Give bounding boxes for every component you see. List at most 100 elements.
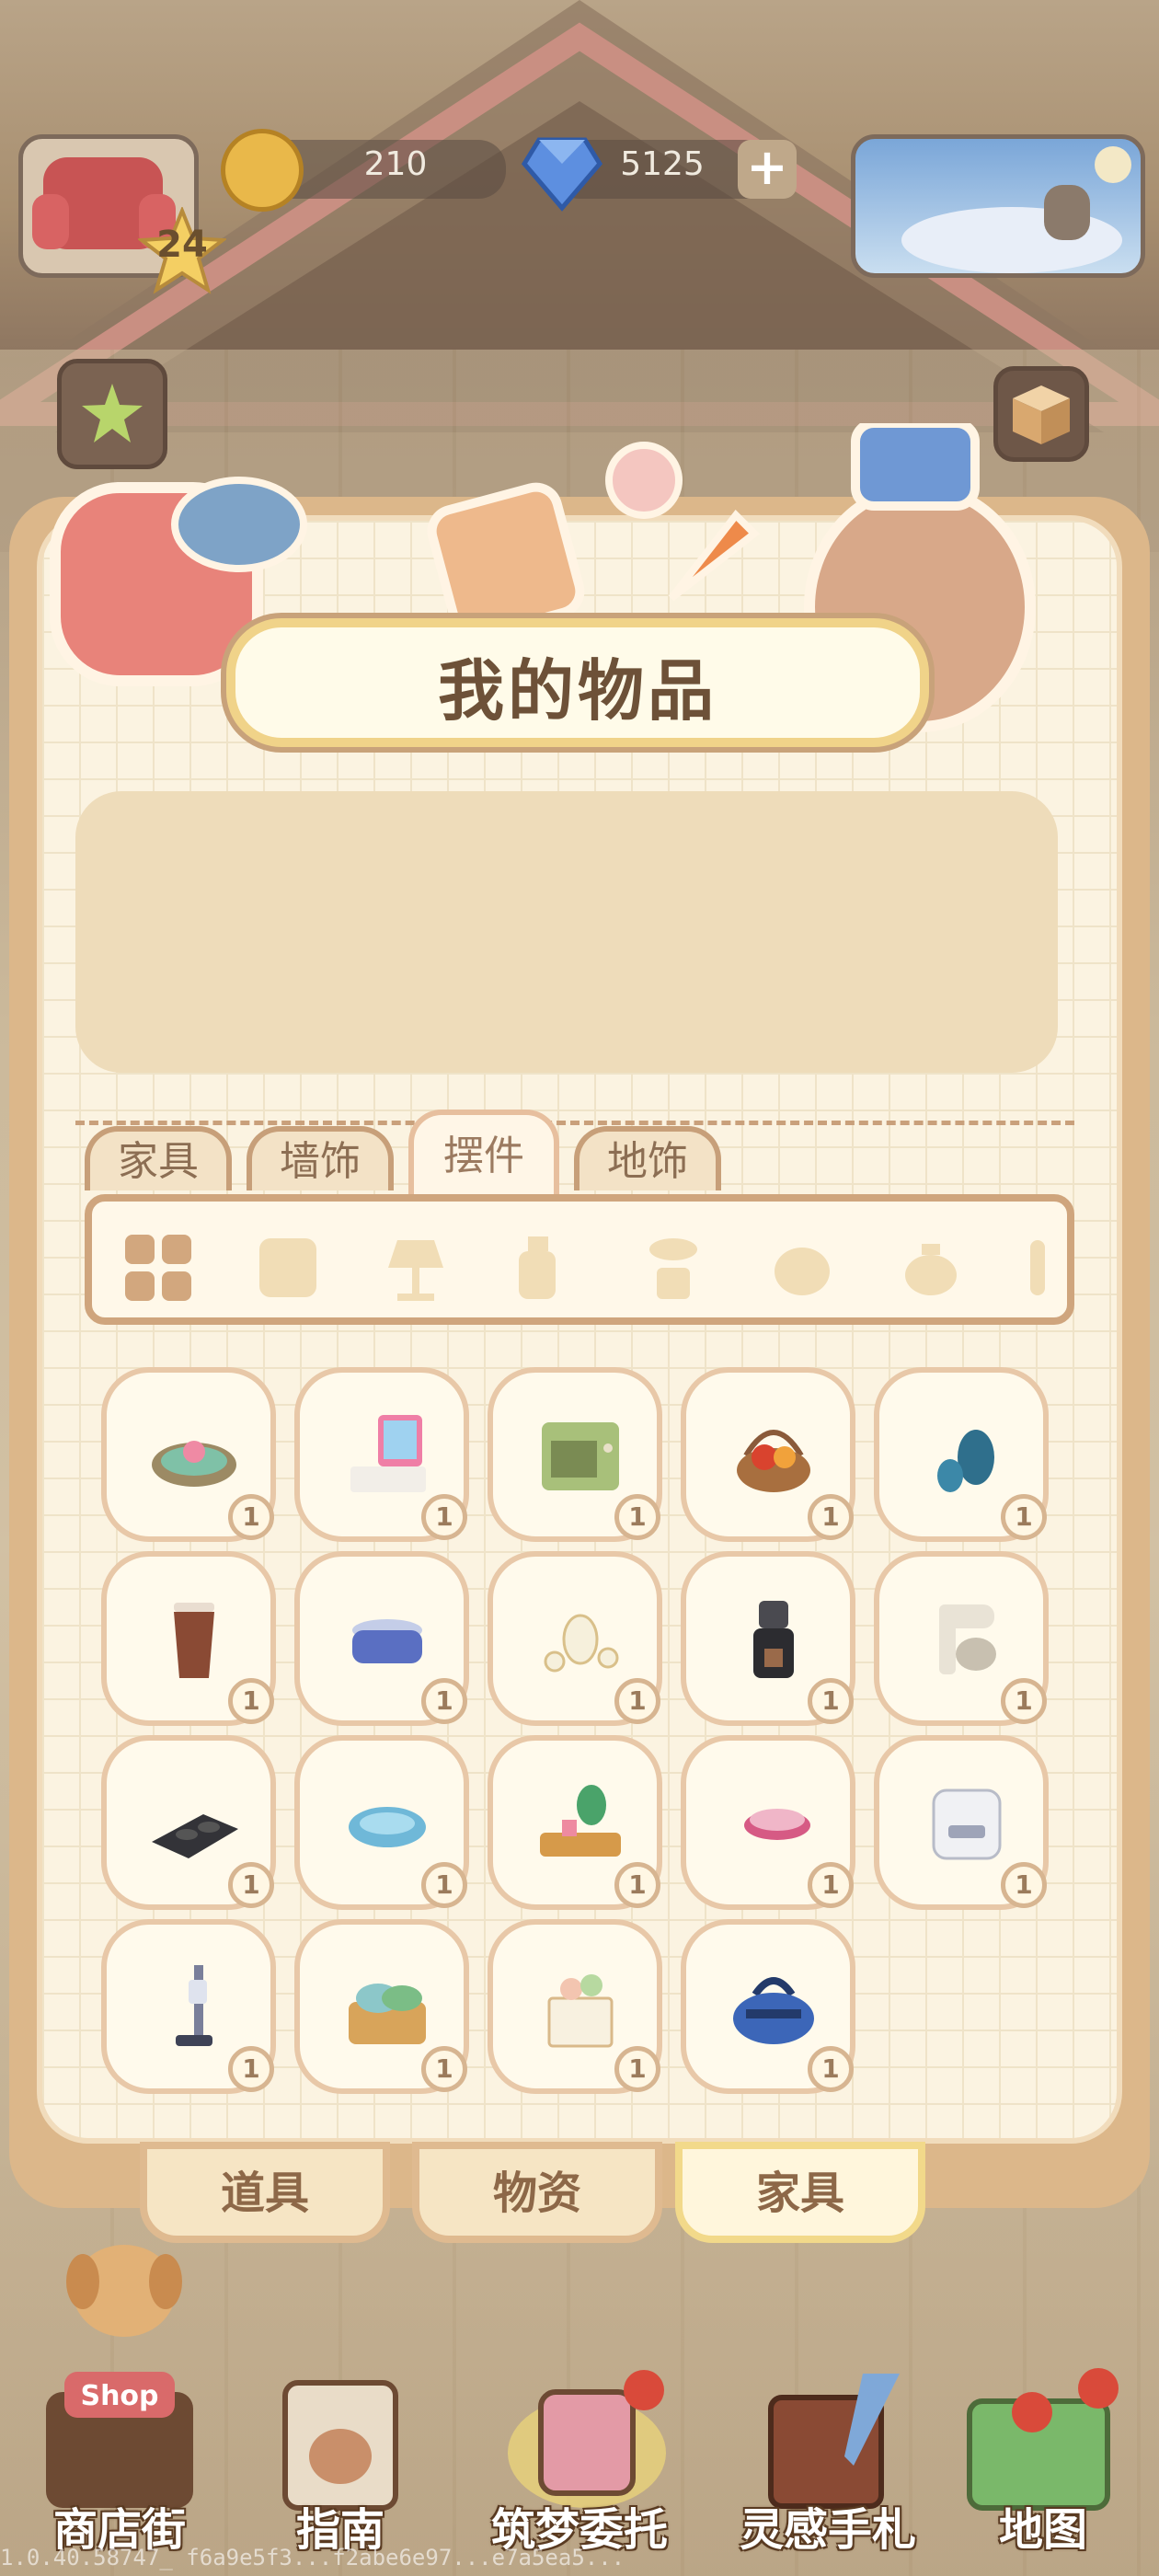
category-filter-bar [85, 1194, 1074, 1325]
nav-guide[interactable]: 指南 [248, 2355, 432, 2558]
item-count-badge: 1 [228, 1494, 274, 1540]
item-slot-green-oven[interactable]: 1 [488, 1367, 662, 1542]
nav-map[interactable]: 地图 [951, 2355, 1135, 2558]
item-grid: 1 1 1 1 1 1 1 1 1 1 1 1 1 1 1 1 1 1 1 [101, 1367, 1058, 2103]
item-count-badge: 1 [228, 1862, 274, 1908]
plant-tray-icon [540, 1785, 621, 1857]
lotus-dish-icon [152, 1441, 236, 1487]
item-slot-lotus-dish[interactable]: 1 [101, 1367, 276, 1542]
item-slot-stand-mixer[interactable]: 1 [874, 1551, 1049, 1726]
item-count-badge: 1 [421, 2046, 467, 2092]
nav-shop-street[interactable]: Shop 商店街 [28, 2355, 212, 2558]
dog-mascot-icon [66, 2245, 182, 2337]
item-slot-fruit-basket[interactable]: 1 [681, 1367, 855, 1542]
laundry-basket-icon [349, 1984, 426, 2044]
item-slot-coffee-grinder[interactable]: 1 [681, 1551, 855, 1726]
cooktop-icon [152, 1814, 238, 1858]
item-count-badge: 1 [808, 2046, 854, 2092]
item-count-badge: 1 [614, 2046, 660, 2092]
item-slot-blue-pot[interactable]: 1 [294, 1551, 469, 1726]
vase-icon [937, 1430, 994, 1492]
guide-book-icon [282, 2380, 398, 2511]
item-slot-laundry-basket[interactable]: 1 [294, 1919, 469, 2094]
panel-title: 我的物品 [437, 652, 717, 730]
nav-label: 灵感手札 [739, 2504, 916, 2556]
tab-wall-decor[interactable]: 墙饰 [247, 1126, 394, 1190]
mixer-icon [939, 1604, 996, 1674]
item-count-badge: 1 [421, 1862, 467, 1908]
item-count-badge: 1 [421, 1494, 467, 1540]
item-count-badge: 1 [1001, 1678, 1047, 1724]
bottom-tab-supplies[interactable]: 物资 [412, 2142, 662, 2243]
animal-head-icon[interactable] [765, 1231, 839, 1305]
all-grid-icon[interactable] [121, 1231, 195, 1305]
tab-ornaments[interactable]: 摆件 [408, 1110, 559, 1202]
oven-icon [542, 1422, 619, 1490]
item-count-badge: 1 [1001, 1494, 1047, 1540]
item-count-badge: 1 [808, 1678, 854, 1724]
item-count-badge: 1 [228, 2046, 274, 2092]
item-slot-duffel-bag[interactable]: 1 [681, 1919, 855, 2094]
item-slot-blue-vases[interactable]: 1 [874, 1367, 1049, 1542]
item-slot-induction-cooktop[interactable]: 1 [101, 1735, 276, 1910]
duffel-bag-icon [733, 1977, 814, 2044]
item-slot-cash-register[interactable]: 1 [294, 1367, 469, 1542]
version-watermark: 1.0.40.58747_ f6a9e5f3...f2abe6e97...e7a… [0, 2545, 625, 2570]
cactus-icon[interactable] [1021, 1231, 1058, 1305]
coffee-cup-icon [174, 1603, 214, 1678]
item-slot-coffee-cup[interactable]: 1 [101, 1551, 276, 1726]
scroll-icon[interactable] [250, 1231, 324, 1305]
item-slot-plant-tray[interactable]: 1 [488, 1735, 662, 1910]
notebook-icon [508, 2370, 666, 2508]
carrot-icon [668, 509, 761, 602]
item-count-badge: 1 [614, 1678, 660, 1724]
item-count-badge: 1 [808, 1494, 854, 1540]
shop-icon: Shop [46, 2372, 193, 2508]
item-slot-rice-cooker[interactable]: 1 [874, 1735, 1049, 1910]
nav-inspiration-journal[interactable]: 灵感手札 [725, 2355, 931, 2558]
plates-icon [744, 1809, 810, 1840]
tab-furniture[interactable]: 家具 [85, 1126, 232, 1190]
item-description-box [75, 791, 1058, 1073]
item-count-badge: 1 [614, 1862, 660, 1908]
coin-lion-icon [221, 129, 304, 212]
pet-bowl-icon [349, 1807, 426, 1847]
plant-icon[interactable] [637, 1231, 710, 1305]
fruit-basket-icon [737, 1430, 810, 1492]
gem-amount: 5125 [620, 145, 705, 183]
nav-label: 地图 [998, 2504, 1087, 2556]
tab-floor-decor[interactable]: 地饰 [574, 1126, 721, 1190]
tea-set-icon [544, 1614, 619, 1673]
item-slot-stick-vacuum[interactable]: 1 [101, 1919, 276, 2094]
teapot-icon[interactable] [894, 1231, 968, 1305]
flower-icon [605, 442, 683, 519]
add-gems-button[interactable]: + [738, 140, 797, 199]
rice-cooker-icon [932, 1788, 1002, 1860]
nav-dream-commission[interactable]: 筑梦委托 [467, 2355, 692, 2558]
scene-preview[interactable] [851, 134, 1145, 278]
gift-bag-icon [547, 1974, 614, 2048]
map-icon [967, 2368, 1119, 2511]
grinder-icon [753, 1601, 794, 1678]
fish-icon [171, 477, 307, 572]
divider-dashed [75, 1121, 1074, 1125]
item-slot-tea-set[interactable]: 1 [488, 1551, 662, 1726]
item-slot-gift-bag[interactable]: 1 [488, 1919, 662, 2094]
item-count-badge: 1 [228, 1678, 274, 1724]
sky-scene-icon [901, 146, 1131, 273]
pot-icon [352, 1619, 422, 1663]
bottle-icon[interactable] [508, 1231, 581, 1305]
toast-icon [427, 482, 585, 640]
item-count-badge: 1 [421, 1678, 467, 1724]
bottom-tab-furniture[interactable]: 家具 [675, 2142, 925, 2243]
lamp-icon[interactable] [379, 1231, 453, 1305]
coin-amount: 210 [363, 145, 428, 183]
item-count-badge: 1 [808, 1862, 854, 1908]
item-slot-plate-stack[interactable]: 1 [681, 1735, 855, 1910]
player-level: 24 [156, 224, 208, 266]
item-slot-pet-bowl[interactable]: 1 [294, 1735, 469, 1910]
item-count-badge: 1 [1001, 1862, 1047, 1908]
item-count-badge: 1 [614, 1494, 660, 1540]
journal-quill-icon [768, 2374, 900, 2509]
vacuum-icon [176, 1965, 212, 2046]
